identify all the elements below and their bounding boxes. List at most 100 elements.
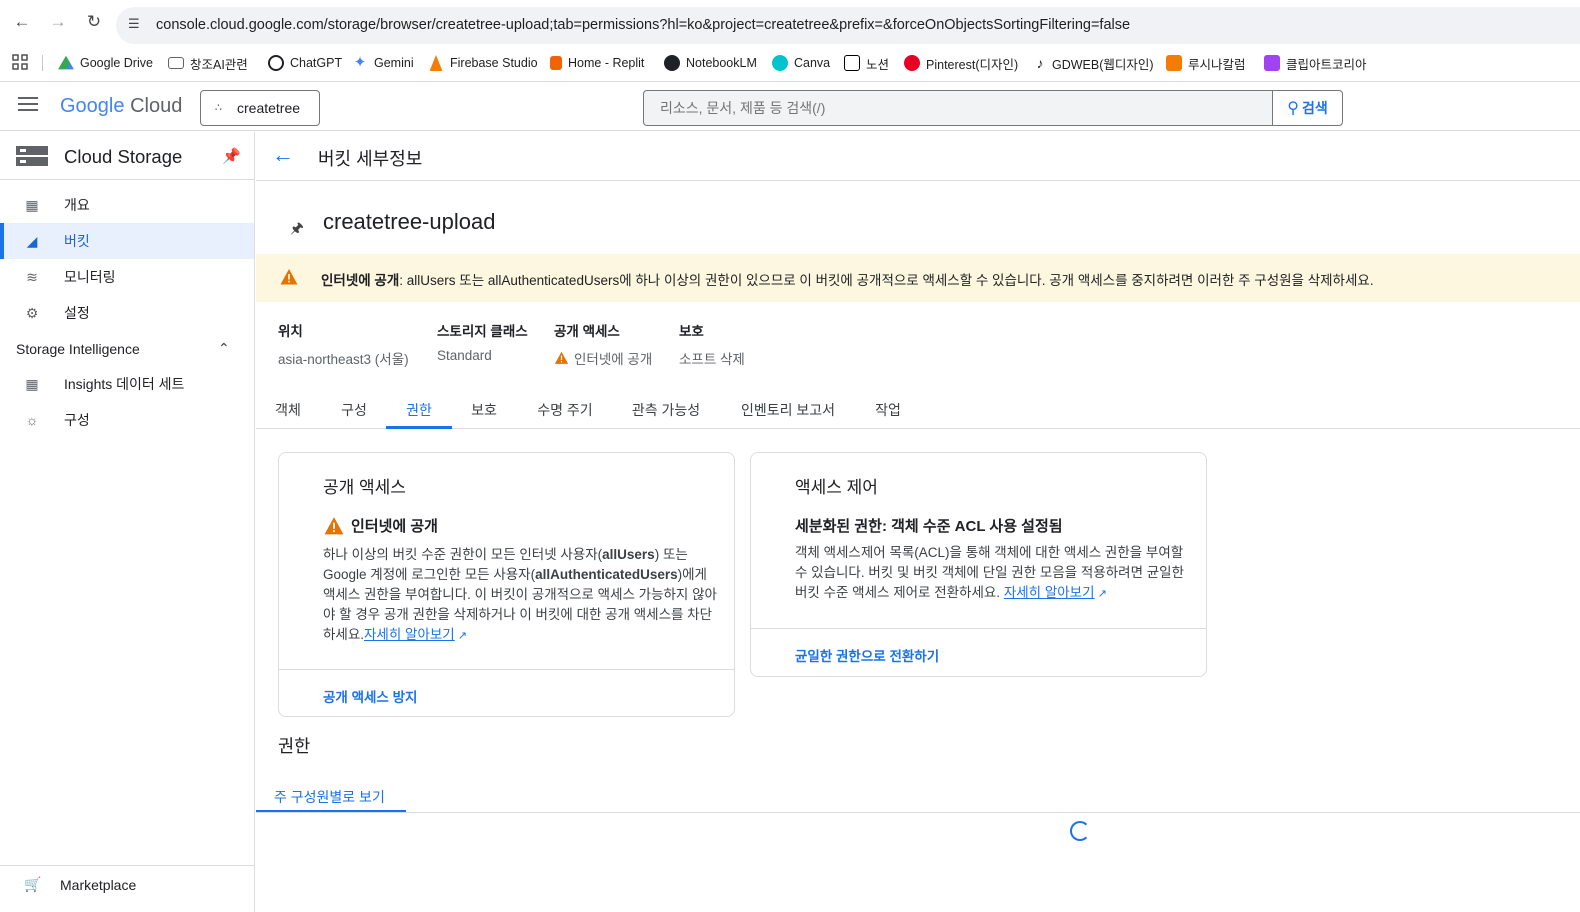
bookmark-label: Home - Replit	[568, 56, 645, 70]
apps-grid-icon[interactable]	[12, 54, 28, 70]
chevron-up-icon[interactable]: ⌃	[218, 340, 230, 357]
sidebar-item-label: 설정	[64, 305, 90, 321]
bookmark-label: 클립아트코리아	[1286, 57, 1367, 72]
canva-icon	[772, 55, 788, 71]
tiktok-icon: ♪	[1036, 55, 1044, 71]
switch-to-uniform-button[interactable]: 균일한 권한으로 전환하기	[795, 645, 939, 665]
meta-key: 공개 액세스	[554, 324, 620, 339]
sidebar-item-insights[interactable]: ▦ Insights 데이터 세트	[0, 366, 254, 402]
description-text: 객체 액세스제어 목록(ACL)을 통해 객체에 대한 액세스 권한을 부여할 …	[795, 545, 1185, 600]
bookmark-notion[interactable]: 노션	[844, 53, 889, 73]
sidebar-item-overview[interactable]: ▦ 개요	[0, 187, 254, 223]
bookmark-replit[interactable]: Home - Replit	[550, 53, 644, 73]
card-footer: 공개 액세스 방지	[279, 669, 734, 717]
tab-inventory-reports[interactable]: 인벤토리 보고서	[730, 394, 846, 429]
reload-icon[interactable]: ↻	[84, 12, 104, 32]
address-bar[interactable]: ☰ console.cloud.google.com/storage/brows…	[116, 7, 1580, 44]
bookmark-lucina[interactable]: 루시나칼럼	[1166, 53, 1246, 73]
console-header: Google Cloud ∴ createtree ⚲ 검색	[0, 83, 1580, 131]
bucket-pin-icon[interactable]: 🖈	[290, 218, 304, 243]
sidebar-item-config[interactable]: ☼ 구성	[0, 402, 254, 438]
overview-icon: ▦	[25, 197, 39, 213]
description-bold: allUsers	[602, 547, 655, 562]
marketplace-link[interactable]: 🛒 Marketplace	[0, 865, 254, 903]
tab-protection[interactable]: 보호	[456, 394, 512, 429]
bookmark-label: 루시나칼럼	[1188, 57, 1246, 72]
main-content: ← 버킷 세부정보 🖈 createtree-upload 인터넷에 공개: a…	[256, 132, 1580, 912]
bookmark-gdweb[interactable]: ♪ GDWEB(웹디자인)	[1034, 53, 1154, 73]
sidebar-item-monitoring[interactable]: ≋ 모니터링	[0, 259, 254, 295]
folder-icon	[168, 57, 184, 69]
warning-title: 인터넷에 공개	[321, 273, 400, 288]
google-drive-icon	[58, 55, 74, 70]
warning-body: : allUsers 또는 allAuthenticatedUsers에 하나 …	[399, 273, 1374, 288]
bookmark-gemini[interactable]: ✦ Gemini	[352, 53, 414, 73]
project-picker[interactable]: ∴ createtree	[200, 90, 320, 126]
tab-configuration[interactable]: 구성	[326, 394, 382, 429]
clipart-icon	[1264, 55, 1280, 71]
bookmark-canva[interactable]: Canva	[772, 53, 830, 73]
bookmark-chatgpt[interactable]: ChatGPT	[268, 53, 342, 73]
learn-more-link[interactable]: 자세히 알아보기	[364, 627, 455, 642]
meta-protection: 보호 소프트 삭제	[679, 320, 745, 368]
external-link-icon: ↗	[1094, 588, 1107, 600]
tab-lifecycle[interactable]: 수명 주기	[526, 394, 604, 429]
meta-public-access: 공개 액세스 인터넷에 공개	[554, 320, 652, 368]
card-title: 액세스 제어	[795, 478, 878, 497]
sidebar-item-settings[interactable]: ⚙ 설정	[0, 295, 254, 331]
site-settings-icon[interactable]: ☰	[128, 16, 146, 34]
bookmark-folder[interactable]: 창조AI관련	[168, 53, 248, 73]
learn-more-link[interactable]: 자세히 알아보기	[1004, 585, 1095, 600]
meta-key: 위치	[278, 324, 303, 339]
forward-icon[interactable]: →	[48, 12, 68, 32]
loading-spinner-icon	[1070, 821, 1090, 841]
google-cloud-logo[interactable]: Google Cloud	[60, 95, 182, 118]
sidebar-item-buckets[interactable]: ◢ 버킷	[0, 223, 254, 259]
description-bold: allAuthenticatedUsers	[535, 567, 678, 582]
access-control-status: 세분화된 권한: 객체 수준 ACL 사용 설정됨	[795, 515, 1063, 536]
sidebar-header: Cloud Storage 📌	[0, 132, 254, 180]
bookmark-label: ChatGPT	[290, 56, 343, 70]
tab-observability[interactable]: 관측 가능성	[618, 394, 714, 429]
bookmark-google-drive[interactable]: Google Drive	[58, 53, 153, 73]
meta-key: 스토리지 클래스	[437, 324, 528, 339]
bookmark-pinterest[interactable]: Pinterest(디자인)	[904, 53, 1018, 73]
bookmarks-divider	[42, 55, 43, 71]
logo-google: Google	[60, 95, 125, 117]
tab-operations[interactable]: 작업	[860, 394, 916, 429]
description-text: 하나 이상의 버킷 수준 권한이 모든 인터넷 사용자(	[323, 547, 603, 562]
search-input[interactable]	[660, 100, 1250, 116]
back-arrow-icon[interactable]: ←	[272, 142, 294, 168]
back-icon[interactable]: ←	[12, 12, 32, 32]
chatgpt-icon	[268, 55, 284, 71]
page-title: 버킷 세부정보	[318, 149, 423, 169]
warning-icon	[280, 269, 298, 285]
bookmark-label: Google Drive	[80, 56, 153, 70]
external-link-icon: ↗	[454, 630, 467, 642]
card-footer: 균일한 권한으로 전환하기	[751, 628, 1206, 676]
pin-icon[interactable]: 📌	[222, 147, 241, 165]
bucket-tabs: 객체 구성 권한 보호 수명 주기 관측 가능성 인벤토리 보고서 작업	[256, 394, 1580, 429]
subtab-divider	[256, 812, 1580, 813]
permissions-heading: 권한	[278, 736, 311, 756]
search-button[interactable]: ⚲ 검색	[1272, 91, 1342, 125]
storage-intelligence-heading[interactable]: Storage Intelligence	[16, 341, 140, 357]
monitoring-icon: ≋	[26, 269, 38, 285]
tab-permissions[interactable]: 권한	[386, 394, 452, 429]
meta-value-with-icon: 인터넷에 공개	[554, 348, 652, 368]
bookmark-clipart[interactable]: 클립아트코리아	[1264, 53, 1367, 73]
bookmark-firebase[interactable]: Firebase Studio	[428, 53, 538, 73]
prevent-public-access-button[interactable]: 공개 액세스 방지	[323, 686, 417, 706]
meta-storage-class: 스토리지 클래스 Standard	[437, 320, 528, 363]
menu-icon[interactable]	[18, 97, 38, 111]
url-text[interactable]: console.cloud.google.com/storage/browser…	[156, 17, 1130, 33]
tab-objects[interactable]: 객체	[260, 394, 316, 429]
tab-view-by-principal[interactable]: 주 구성원별로 보기	[256, 780, 406, 813]
bookmark-label: Gemini	[374, 56, 414, 70]
card-description: 객체 액세스제어 목록(ACL)을 통해 객체에 대한 액세스 권한을 부여할 …	[795, 543, 1190, 604]
bookmark-notebooklm[interactable]: NotebookLM	[664, 53, 757, 73]
warning-icon	[554, 351, 569, 364]
sidebar-title: Cloud Storage	[64, 146, 183, 167]
sidebar-item-label: 구성	[64, 412, 90, 428]
warning-icon	[324, 516, 344, 534]
